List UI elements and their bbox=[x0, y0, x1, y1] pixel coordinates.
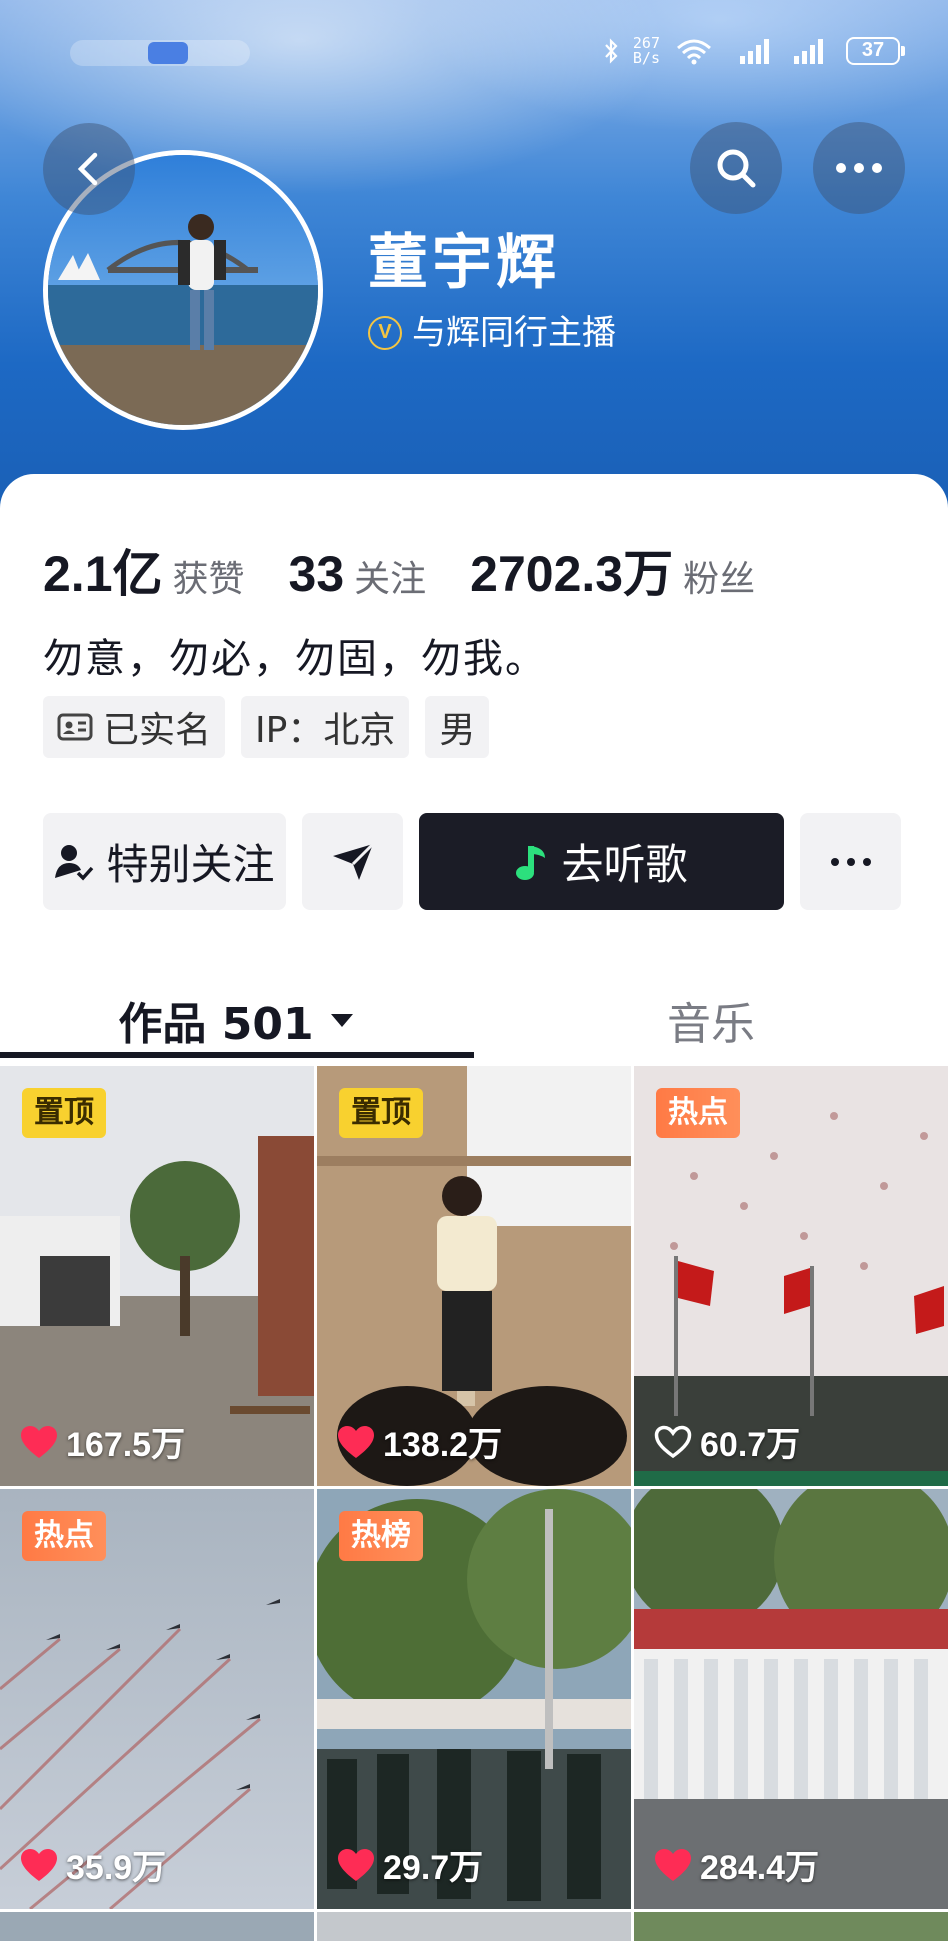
tab-music[interactable]: 音乐 bbox=[474, 978, 948, 1062]
music-note-icon bbox=[516, 845, 546, 880]
heart-filled-icon bbox=[338, 1425, 374, 1458]
wifi-icon bbox=[677, 39, 711, 65]
bluetooth-icon bbox=[605, 38, 618, 64]
like-count: 29.7万 bbox=[337, 1840, 483, 1889]
likes-count[interactable]: 2.1亿 bbox=[43, 534, 163, 606]
like-count: 167.5万 bbox=[20, 1417, 185, 1466]
chevron-left-icon bbox=[77, 152, 98, 186]
like-count: 284.4万 bbox=[654, 1840, 819, 1889]
status-app-icon bbox=[148, 42, 188, 64]
heart-outline-icon bbox=[654, 1425, 692, 1458]
pinned-badge: 置顶 bbox=[22, 1088, 106, 1138]
like-count: 138.2万 bbox=[337, 1417, 502, 1466]
profile-tags: 已实名 IP：北京 男 bbox=[43, 696, 490, 758]
following-label: 关注 bbox=[354, 559, 427, 600]
heart-filled-icon bbox=[655, 1848, 691, 1881]
like-count: 60.7万 bbox=[654, 1417, 800, 1466]
profile-name: 董宇辉 bbox=[368, 228, 560, 298]
profile-banner: 267 B/s 37 董宇辉 V 与辉同行主播 bbox=[0, 0, 948, 520]
pinned-badge: 置顶 bbox=[339, 1088, 423, 1138]
video-thumbnail[interactable]: 置顶 167.5万 bbox=[0, 1066, 314, 1486]
real-name-label: 已实名 bbox=[103, 710, 212, 751]
listen-music-button[interactable]: 去听歌 bbox=[419, 813, 784, 910]
special-follow-label: 特别关注 bbox=[106, 840, 275, 889]
followers-count[interactable]: 2702.3万 bbox=[470, 534, 673, 606]
video-thumbnail[interactable]: 热点 60.7万 bbox=[634, 1066, 948, 1486]
user-check-icon bbox=[55, 844, 94, 881]
video-thumbnail[interactable]: 284.4万 bbox=[634, 1489, 948, 1909]
profile-stats: 2.1亿 获赞 33 关注 2702.3万 粉丝 bbox=[43, 534, 799, 606]
following-count[interactable]: 33 bbox=[289, 545, 345, 603]
signal-icon-2 bbox=[794, 39, 823, 64]
status-bar: 267 B/s 37 bbox=[0, 30, 948, 80]
more-dots-icon bbox=[830, 857, 871, 866]
real-name-tag: 已实名 bbox=[43, 696, 226, 758]
heart-filled-icon bbox=[338, 1848, 374, 1881]
caret-down-icon bbox=[330, 1014, 353, 1027]
profile-actions: 特别关注 去听歌 bbox=[43, 813, 901, 910]
share-button[interactable] bbox=[302, 813, 403, 910]
battery-indicator: 37 bbox=[846, 37, 905, 65]
followers-label: 粉丝 bbox=[683, 559, 756, 600]
video-thumbnail[interactable] bbox=[634, 1912, 948, 1941]
like-count-text: 138.2万 bbox=[383, 1426, 503, 1464]
video-thumbnail[interactable]: 置顶 138.2万 bbox=[317, 1066, 631, 1486]
verified-title: 与辉同行主播 bbox=[412, 313, 616, 353]
like-count: 35.9万 bbox=[20, 1840, 166, 1889]
status-icons: 267 B/s 37 bbox=[603, 36, 905, 66]
video-thumbnail[interactable]: 热点 35.9万 bbox=[0, 1489, 314, 1909]
like-count-text: 35.9万 bbox=[66, 1849, 167, 1887]
profile-bio: 勿意，勿必，勿固，勿我。 bbox=[43, 636, 547, 682]
content-tabs: 作品 501 音乐 bbox=[0, 978, 948, 1062]
special-follow-button[interactable]: 特别关注 bbox=[43, 813, 286, 910]
heart-filled-icon bbox=[21, 1425, 57, 1458]
video-thumbnail[interactable] bbox=[317, 1912, 631, 1941]
more-options-button[interactable] bbox=[813, 122, 905, 214]
status-left-blurred bbox=[70, 40, 250, 66]
tab-works-label: 作品 501 bbox=[118, 999, 314, 1050]
like-count-text: 167.5万 bbox=[66, 1426, 186, 1464]
tab-works[interactable]: 作品 501 bbox=[0, 978, 474, 1062]
network-speed-unit: B/s bbox=[632, 49, 660, 67]
more-actions-button[interactable] bbox=[800, 813, 901, 910]
like-count-text: 284.4万 bbox=[700, 1849, 820, 1887]
like-count-text: 29.7万 bbox=[383, 1849, 484, 1887]
like-count-text: 60.7万 bbox=[700, 1426, 801, 1464]
network-speed: 267 B/s bbox=[633, 36, 660, 66]
hot-list-badge: 热榜 bbox=[339, 1511, 423, 1561]
trending-badge: 热点 bbox=[22, 1511, 106, 1561]
search-button[interactable] bbox=[690, 122, 782, 214]
verified-badge-icon: V bbox=[368, 316, 402, 350]
id-card-icon bbox=[57, 713, 93, 741]
likes-label: 获赞 bbox=[172, 559, 245, 600]
verified-title-row: V 与辉同行主播 bbox=[368, 313, 616, 353]
video-thumbnail[interactable] bbox=[0, 1912, 314, 1941]
gender-tag: 男 bbox=[425, 696, 490, 758]
ip-tag: IP：北京 bbox=[241, 696, 410, 758]
trending-badge: 热点 bbox=[656, 1088, 740, 1138]
tab-active-indicator bbox=[0, 1052, 474, 1058]
send-icon bbox=[332, 842, 374, 880]
video-thumbnail[interactable]: 热榜 29.7万 bbox=[317, 1489, 631, 1909]
listen-music-label: 去听歌 bbox=[561, 840, 688, 889]
more-dots-icon bbox=[836, 163, 882, 173]
signal-icon-1 bbox=[740, 39, 769, 64]
search-icon bbox=[717, 149, 756, 188]
back-button[interactable] bbox=[43, 123, 135, 215]
heart-filled-icon bbox=[21, 1848, 57, 1881]
